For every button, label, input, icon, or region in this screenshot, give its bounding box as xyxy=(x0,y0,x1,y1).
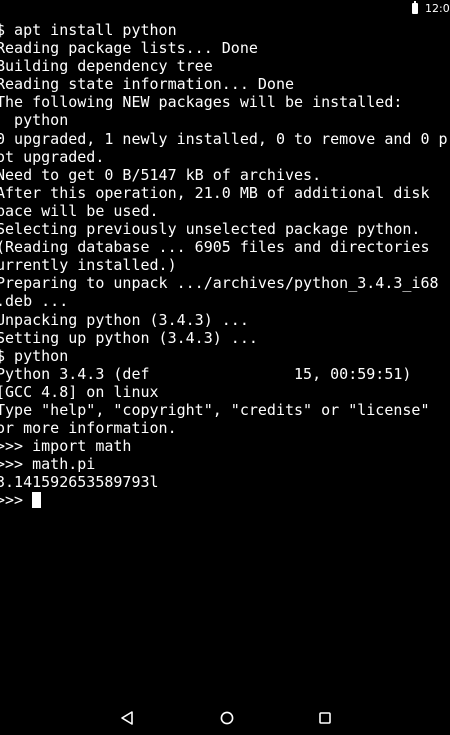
terminal-line: Setting up python (3.4.3) ... xyxy=(0,328,258,347)
terminal-line: .deb ... xyxy=(0,292,69,311)
terminal-line: 3.141592653589793l xyxy=(0,473,159,492)
terminal-line: (Reading database ... 6905 files and dir… xyxy=(0,238,430,257)
terminal-line: pace will be used. xyxy=(0,201,159,220)
back-triangle-icon[interactable] xyxy=(119,710,135,726)
terminal-line: After this operation, 21.0 MB of additio… xyxy=(0,183,430,202)
terminal-line: Reading package lists... Done xyxy=(0,39,258,58)
terminal-line: Preparing to unpack .../archives/python_… xyxy=(0,274,439,293)
terminal-line: Unpacking python (3.4.3) ... xyxy=(0,310,249,329)
terminal-output[interactable]: $ apt install python Reading package lis… xyxy=(0,21,450,701)
status-clock: 12:00 xyxy=(425,2,450,15)
text-cursor xyxy=(32,492,42,509)
terminal-line: 0 upgraded, 1 newly installed, 0 to remo… xyxy=(0,129,448,148)
terminal-line: The following NEW packages will be insta… xyxy=(0,93,403,112)
navigation-bar xyxy=(0,700,450,735)
python-prompt: >>> xyxy=(0,491,24,510)
terminal-line: Selecting previously unselected package … xyxy=(0,220,421,239)
terminal-line: Building dependency tree xyxy=(0,57,213,76)
terminal-line: or more information. xyxy=(0,419,177,438)
terminal-line: >>> math.pi xyxy=(0,455,96,474)
terminal-line: Type "help", "copyright", "credits" or "… xyxy=(0,400,430,419)
terminal-prompt-line[interactable]: >>> xyxy=(0,491,450,509)
terminal-line: $ apt install python xyxy=(0,21,177,39)
terminal-line: ot upgraded. xyxy=(0,147,105,166)
terminal-line: $ python xyxy=(0,346,69,365)
terminal-line: Need to get 0 B/5147 kB of archives. xyxy=(0,165,322,184)
recents-square-icon[interactable] xyxy=(317,710,333,726)
terminal-line: Reading state information... Done xyxy=(0,75,295,94)
terminal-line: [GCC 4.8] on linux xyxy=(0,382,159,401)
home-circle-icon[interactable] xyxy=(219,710,235,726)
terminal-line: Python 3.4.3 (def 15, 00:59:51) xyxy=(0,364,412,383)
terminal-line: >>> import math xyxy=(0,437,132,456)
battery-icon xyxy=(412,1,418,14)
terminal-line: urrently installed.) xyxy=(0,256,177,275)
status-bar: 12:00 xyxy=(0,0,450,18)
terminal-line: python xyxy=(0,111,69,130)
